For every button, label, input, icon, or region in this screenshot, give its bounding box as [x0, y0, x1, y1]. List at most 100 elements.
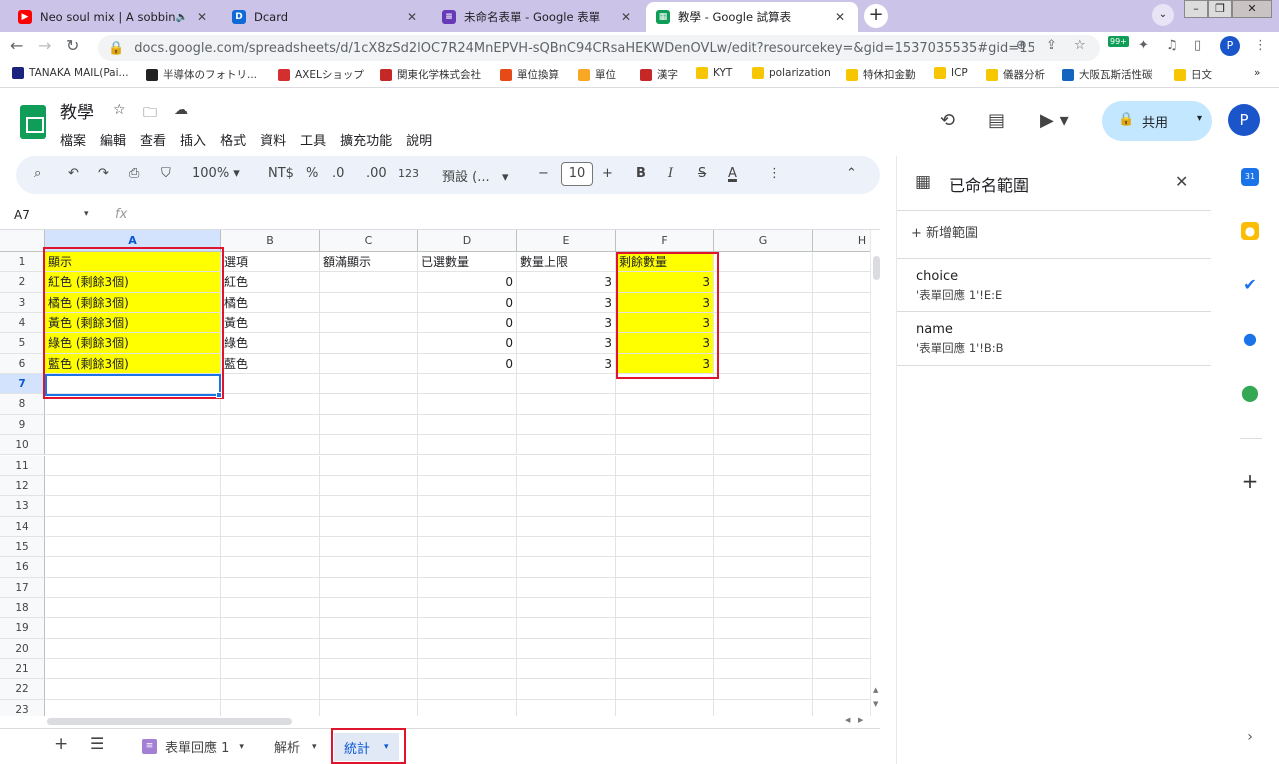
- cell[interactable]: [616, 496, 714, 517]
- cell[interactable]: [813, 354, 870, 375]
- cell[interactable]: [714, 353, 813, 375]
- menu-edit[interactable]: 編輯: [100, 130, 126, 149]
- cell[interactable]: [813, 293, 870, 314]
- more-options-icon[interactable]: ⋮: [768, 166, 781, 181]
- cell[interactable]: 黃色 (剩餘3個): [45, 313, 221, 334]
- row-header[interactable]: 17: [0, 577, 45, 598]
- all-sheets-icon[interactable]: ☰: [90, 734, 104, 753]
- move-folder-icon[interactable]: 🗀: [143, 102, 157, 126]
- scroll-left-icon[interactable]: ◀: [845, 716, 850, 724]
- cell[interactable]: [714, 455, 813, 476]
- column-header-f[interactable]: F: [616, 230, 714, 252]
- currency-button[interactable]: NT$: [268, 166, 294, 181]
- cell[interactable]: [418, 679, 517, 700]
- cell[interactable]: [45, 577, 221, 598]
- column-header-b[interactable]: B: [221, 230, 320, 252]
- row-header[interactable]: 19: [0, 618, 45, 639]
- cell[interactable]: [45, 475, 221, 497]
- cell[interactable]: [45, 414, 221, 436]
- cell[interactable]: 3: [616, 353, 714, 375]
- cell[interactable]: [616, 638, 714, 659]
- cell[interactable]: 3: [517, 333, 616, 354]
- cell[interactable]: [418, 699, 517, 716]
- cell[interactable]: [813, 537, 870, 558]
- cell[interactable]: [517, 699, 616, 716]
- cell[interactable]: [320, 333, 418, 354]
- cell[interactable]: [320, 577, 418, 598]
- browser-tab-forms[interactable]: ≡ 未命名表單 - Google 表單 ✕: [432, 2, 644, 32]
- cell[interactable]: [45, 455, 221, 476]
- tasks-icon[interactable]: ✔: [1241, 276, 1259, 294]
- row-header[interactable]: 3: [0, 292, 45, 314]
- side-panel-icon[interactable]: ▯: [1194, 38, 1201, 53]
- chevron-down-icon[interactable]: ▾: [384, 742, 389, 752]
- cell[interactable]: [813, 557, 870, 578]
- bookmark-item[interactable]: ICP: [934, 67, 968, 79]
- column-header-d[interactable]: D: [418, 230, 517, 252]
- cell[interactable]: 0: [418, 292, 517, 314]
- sheet-tab-form-responses[interactable]: ≡ 表單回應 1 ▾: [142, 737, 244, 756]
- redo-icon[interactable]: ↷: [98, 166, 109, 181]
- browser-tab-sheets[interactable]: ▦ 教學 - Google 試算表 ✕: [646, 2, 858, 32]
- share-button[interactable]: 🔒 共用 ▾: [1102, 101, 1212, 141]
- address-bar[interactable]: 🔒 docs.google.com/spreadsheets/d/1cX8zSd…: [98, 35, 1100, 61]
- cell[interactable]: [320, 516, 418, 537]
- font-size-input[interactable]: 10: [561, 162, 593, 186]
- cell[interactable]: [813, 333, 870, 354]
- cell[interactable]: [714, 414, 813, 436]
- cell[interactable]: [320, 557, 418, 578]
- close-icon[interactable]: ✕: [404, 10, 420, 24]
- bookmarks-overflow[interactable]: »: [1254, 67, 1260, 79]
- cell[interactable]: [45, 374, 221, 395]
- browser-tab-youtube[interactable]: ▶ Neo soul mix | A sobbing h 🔈 ✕: [8, 2, 220, 32]
- row-header[interactable]: 6: [0, 353, 45, 375]
- cell[interactable]: [320, 292, 418, 314]
- row-header[interactable]: 4: [0, 313, 45, 334]
- cell[interactable]: [517, 374, 616, 395]
- close-icon[interactable]: ✕: [1175, 172, 1188, 191]
- row-header[interactable]: 7: [0, 374, 45, 395]
- chevron-down-icon[interactable]: ▾: [312, 742, 317, 752]
- scroll-right-icon[interactable]: ▶: [858, 716, 863, 724]
- bookmark-item[interactable]: 儀器分析: [986, 67, 1045, 82]
- cell[interactable]: [813, 313, 870, 334]
- font-size-increase-icon[interactable]: +: [602, 166, 613, 181]
- scroll-up-icon[interactable]: ▲: [873, 686, 878, 694]
- cell[interactable]: [714, 272, 813, 293]
- cell[interactable]: [813, 272, 870, 293]
- get-addons-icon[interactable]: +: [1241, 471, 1259, 491]
- row-header[interactable]: 12: [0, 475, 45, 497]
- cell[interactable]: 3: [517, 313, 616, 334]
- cell[interactable]: [813, 700, 870, 716]
- chevron-down-icon[interactable]: ▾: [239, 742, 244, 752]
- cell[interactable]: [517, 496, 616, 517]
- tab-search-icon[interactable]: ⌄: [1152, 4, 1174, 26]
- bookmark-item[interactable]: polarization: [752, 67, 831, 79]
- cell[interactable]: [221, 414, 320, 436]
- cell[interactable]: 紅色 (剩餘3個): [45, 272, 221, 293]
- cell[interactable]: [517, 516, 616, 537]
- cell[interactable]: [221, 475, 320, 497]
- cell[interactable]: [418, 374, 517, 395]
- cell[interactable]: [714, 313, 813, 334]
- undo-icon[interactable]: ↶: [68, 166, 79, 181]
- row-header[interactable]: 13: [0, 496, 45, 517]
- cell[interactable]: [221, 699, 320, 716]
- cell[interactable]: 綠色 (剩餘3個): [45, 333, 221, 354]
- cell[interactable]: [221, 577, 320, 598]
- cell[interactable]: [418, 435, 517, 456]
- sheet-tab-analysis[interactable]: 解析 ▾: [274, 737, 317, 756]
- menu-insert[interactable]: 插入: [180, 130, 206, 149]
- cell[interactable]: [714, 333, 813, 354]
- close-icon[interactable]: ✕: [194, 10, 210, 24]
- fill-handle[interactable]: [216, 392, 222, 398]
- cell[interactable]: [221, 516, 320, 537]
- cell[interactable]: [221, 374, 320, 395]
- named-range-item[interactable]: choice '表單回應 1'!E:E: [897, 258, 1211, 312]
- cell[interactable]: [320, 374, 418, 395]
- profile-avatar[interactable]: P: [1220, 36, 1240, 56]
- close-window-button[interactable]: ✕: [1232, 0, 1272, 18]
- cell[interactable]: [320, 536, 418, 558]
- cell[interactable]: [517, 394, 616, 415]
- cell[interactable]: [45, 435, 221, 456]
